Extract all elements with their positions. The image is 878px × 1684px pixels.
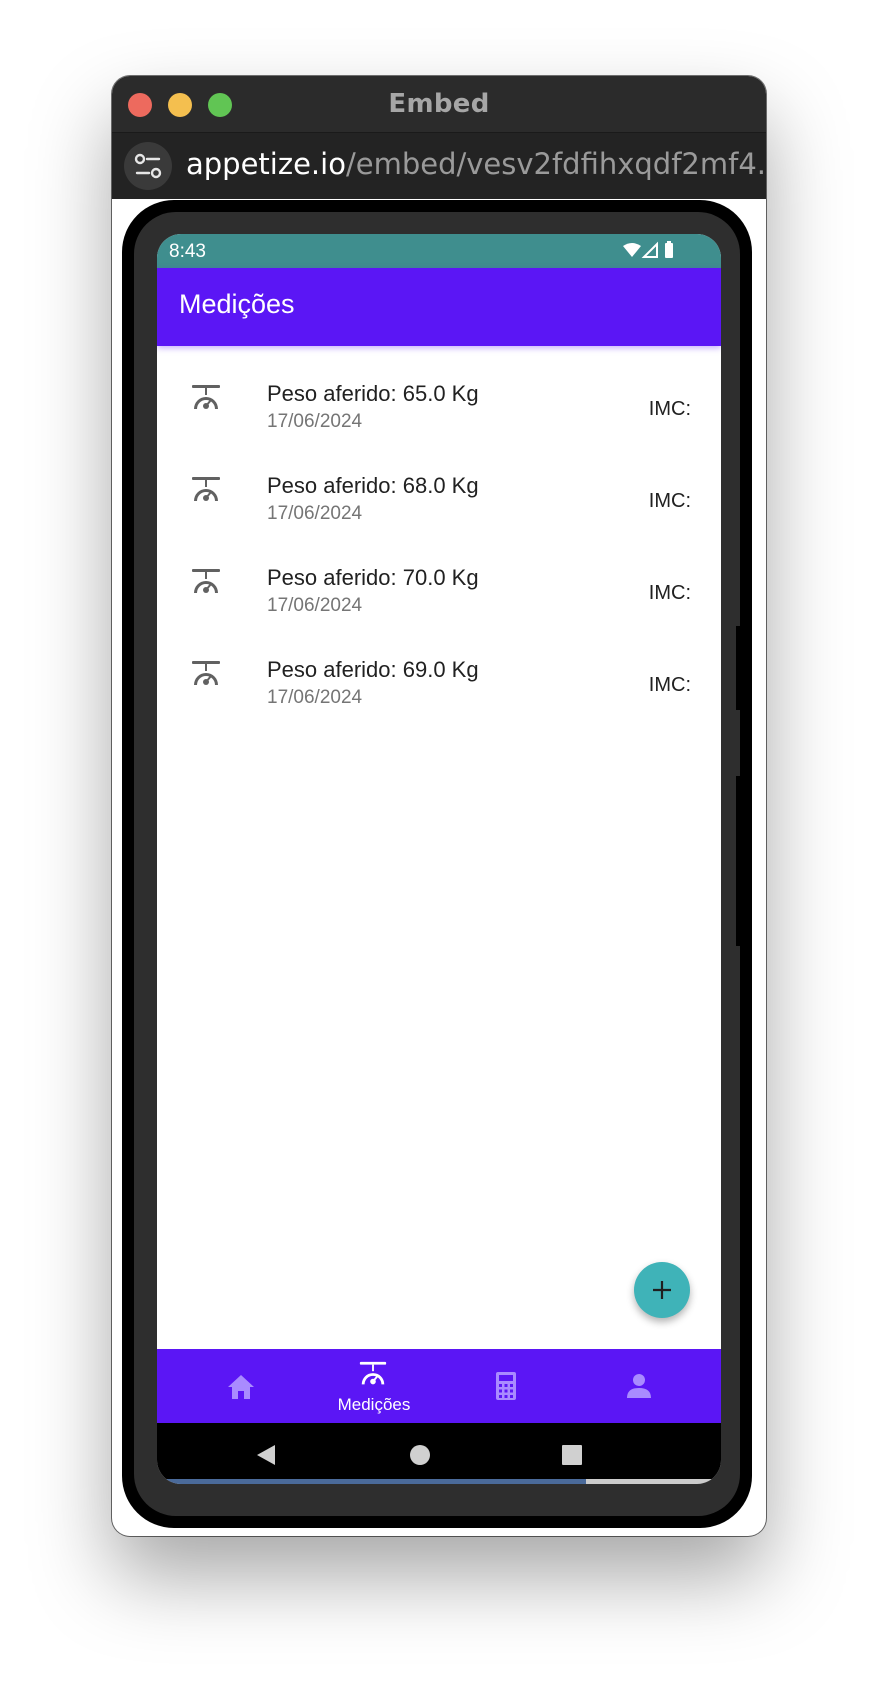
scale-icon (192, 385, 220, 409)
title-bar: Embed (112, 76, 766, 133)
nav-item-home[interactable] (176, 1349, 308, 1423)
power-button (736, 776, 742, 946)
scale-icon (192, 569, 220, 593)
status-time: 8:43 (169, 241, 206, 262)
measurement-weight: Peso aferido: 68.0 Kg (267, 473, 479, 498)
status-bar: 8:43 (157, 234, 721, 268)
measurement-date: 17/06/2024 (267, 503, 363, 524)
plus-icon (653, 1281, 671, 1299)
address-bar[interactable]: appetize.io/embed/vesv2fdfihxqdf2mf4... (112, 133, 766, 199)
battery-icon (665, 243, 673, 258)
list-item[interactable]: Peso aferido: 70.0 Kg 17/06/2024 IMC: (157, 530, 721, 629)
cell-signal-icon (641, 241, 658, 258)
nav-item-profile[interactable] (572, 1349, 704, 1423)
list-item[interactable]: Peso aferido: 68.0 Kg 17/06/2024 IMC: (157, 438, 721, 537)
volume-button (736, 626, 742, 710)
device-screen: 8:43 Medições Peso aferido: 65.0 Kg 17/0… (157, 234, 721, 1484)
measurement-date: 17/06/2024 (267, 687, 363, 708)
measurement-imc: IMC: (648, 674, 691, 696)
page-title: Medições (179, 289, 295, 319)
browser-window: Embed appetize.io/embed/vesv2fdfihxqdf2m… (112, 76, 766, 1536)
measurement-imc: IMC: (648, 490, 691, 512)
wifi-icon (623, 243, 641, 257)
list-item[interactable]: Peso aferido: 69.0 Kg 17/06/2024 IMC: (157, 622, 721, 721)
measurement-weight: Peso aferido: 69.0 Kg (267, 657, 479, 682)
tune-icon (134, 153, 162, 179)
measurement-date: 17/06/2024 (267, 411, 363, 432)
measurement-weight: Peso aferido: 70.0 Kg (267, 565, 479, 590)
load-progress-bar (157, 1479, 721, 1484)
list-item[interactable]: Peso aferido: 65.0 Kg 17/06/2024 IMC: (157, 346, 721, 445)
url-host: appetize.io (186, 147, 346, 181)
scale-icon (359, 1361, 387, 1385)
scale-icon (192, 477, 220, 501)
site-settings-button[interactable] (124, 142, 172, 190)
nav-item-calculator[interactable] (440, 1349, 572, 1423)
nav-item-medicoes[interactable]: Medições (308, 1349, 440, 1423)
measurement-imc: IMC: (648, 582, 691, 604)
add-measurement-button[interactable] (634, 1262, 690, 1318)
load-progress-fill (157, 1479, 586, 1484)
home-circle-icon[interactable] (409, 1444, 431, 1466)
bottom-navigation: Medições (157, 1349, 721, 1423)
measurement-date: 17/06/2024 (267, 595, 363, 616)
desktop: Embed appetize.io/embed/vesv2fdfihxqdf2m… (0, 0, 878, 1684)
url-text[interactable]: appetize.io/embed/vesv2fdfihxqdf2mf4... (186, 147, 766, 181)
calculator-icon (496, 1372, 516, 1400)
measurement-imc: IMC: (648, 398, 691, 420)
back-icon[interactable] (255, 1443, 277, 1467)
url-path: /embed/vesv2fdfihxqdf2mf4... (345, 147, 766, 181)
home-icon (228, 1375, 254, 1399)
app-bar: Medições (157, 268, 721, 346)
measurement-weight: Peso aferido: 65.0 Kg (267, 381, 479, 406)
scale-icon (192, 661, 220, 685)
system-navigation-bar (157, 1423, 721, 1484)
person-icon (627, 1374, 651, 1398)
nav-item-label: Medições (337, 1395, 411, 1414)
window-title: Embed (388, 89, 490, 119)
status-icons (623, 241, 673, 258)
recents-icon[interactable] (561, 1444, 583, 1466)
